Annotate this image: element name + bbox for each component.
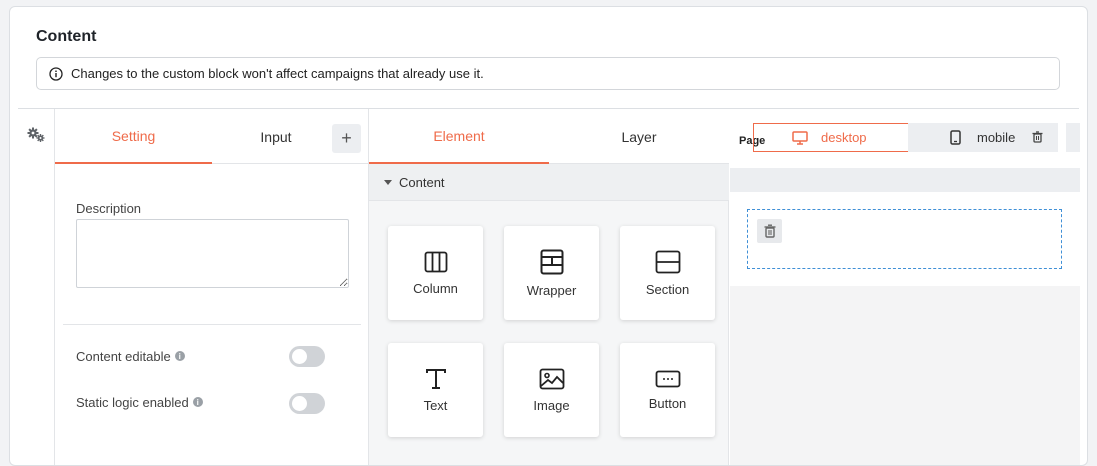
button-icon xyxy=(655,370,680,387)
tab-element[interactable]: Element xyxy=(369,109,549,164)
page-canvas xyxy=(730,192,1080,286)
section-title: Content xyxy=(399,174,445,190)
tab-setting[interactable]: Setting xyxy=(55,109,212,164)
add-input-button[interactable]: + xyxy=(332,124,361,153)
element-label: Text xyxy=(423,397,448,413)
device-toolbar: Page desktop mobile xyxy=(730,109,1080,168)
wrapper-icon xyxy=(540,249,563,274)
element-image[interactable]: Image xyxy=(504,343,599,437)
info-icon: i xyxy=(174,351,185,361)
element-column[interactable]: Column xyxy=(388,226,483,320)
content-card: Content Changes to the custom block won'… xyxy=(9,6,1088,466)
image-icon xyxy=(539,368,564,389)
preview-strip xyxy=(730,168,1080,192)
device-desktop-button[interactable]: desktop xyxy=(753,123,909,152)
info-icon xyxy=(49,66,63,81)
page-preview: Page desktop mobile xyxy=(730,109,1080,465)
description-label: Description xyxy=(76,201,142,216)
static-logic-label: Static logic enabled xyxy=(76,394,189,410)
left-rail xyxy=(18,109,55,465)
column-icon xyxy=(424,251,447,272)
section-icon xyxy=(655,250,680,273)
trash-icon xyxy=(764,224,775,238)
content-editable-label: Content editable xyxy=(76,348,171,364)
element-label: Column xyxy=(413,280,458,296)
element-section[interactable]: Section xyxy=(620,226,715,320)
tab-input[interactable]: Input xyxy=(212,109,340,164)
toolbar-overflow xyxy=(1066,123,1080,152)
info-notice: Changes to the custom block won't affect… xyxy=(36,57,1060,90)
element-wrapper[interactable]: Wrapper xyxy=(504,226,599,320)
elements-tabs: Element Layer xyxy=(369,109,729,164)
toggle-knob xyxy=(292,349,307,364)
delete-block-button[interactable] xyxy=(757,219,782,243)
element-label: Wrapper xyxy=(526,282,577,298)
caret-down-icon xyxy=(384,179,392,185)
trash-icon[interactable] xyxy=(1032,131,1043,143)
content-section-header[interactable]: Content xyxy=(369,164,729,201)
settings-tabs: Setting Input + xyxy=(55,109,369,164)
desktop-icon xyxy=(792,131,808,145)
text-icon xyxy=(425,368,446,389)
toggle-knob xyxy=(292,396,307,411)
description-textarea[interactable] xyxy=(76,219,349,288)
settings-panel: Setting Input + Description Content edit… xyxy=(55,109,369,465)
page-title: Content xyxy=(36,28,97,45)
notice-text: Changes to the custom block won't affect… xyxy=(71,66,484,81)
element-label: Image xyxy=(533,397,570,413)
settings-divider xyxy=(63,324,361,325)
mobile-icon xyxy=(950,130,961,145)
element-text[interactable]: Text xyxy=(388,343,483,437)
info-icon: i xyxy=(192,397,203,407)
tab-layer[interactable]: Layer xyxy=(549,109,729,164)
element-label: Button xyxy=(648,395,687,411)
content-editable-toggle[interactable] xyxy=(289,346,325,367)
block-drop-zone[interactable] xyxy=(747,209,1062,269)
gears-icon[interactable] xyxy=(27,127,47,143)
desktop-label: desktop xyxy=(821,130,867,145)
static-logic-toggle[interactable] xyxy=(289,393,325,414)
element-button[interactable]: Button xyxy=(620,343,715,437)
element-label: Section xyxy=(645,281,690,297)
device-mobile-button[interactable]: mobile xyxy=(908,123,1058,152)
mobile-label: mobile xyxy=(977,130,1016,145)
elements-panel: Element Layer Content Column Wrapper Sec… xyxy=(369,109,729,465)
